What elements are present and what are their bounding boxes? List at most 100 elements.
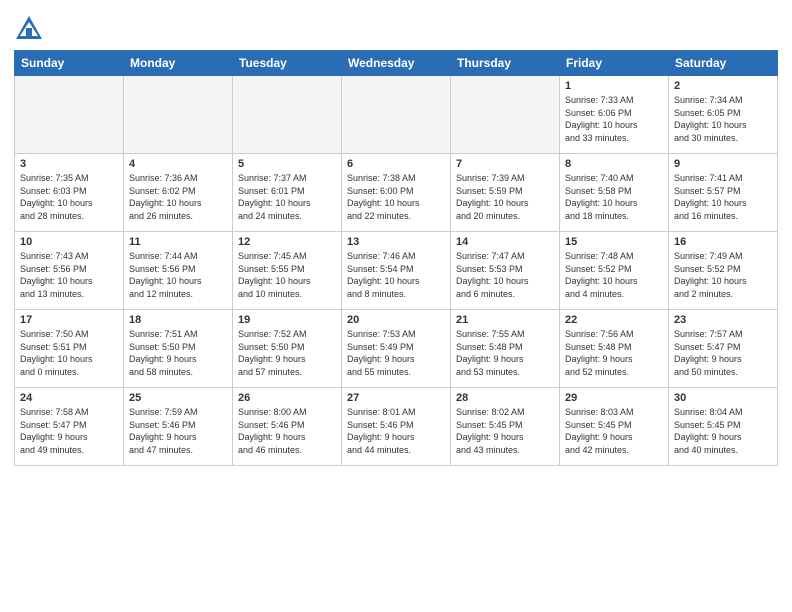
- col-header-tuesday: Tuesday: [233, 51, 342, 76]
- calendar-table: SundayMondayTuesdayWednesdayThursdayFrid…: [14, 50, 778, 466]
- day-info: Sunrise: 7:52 AM Sunset: 5:50 PM Dayligh…: [238, 328, 336, 378]
- day-info: Sunrise: 7:36 AM Sunset: 6:02 PM Dayligh…: [129, 172, 227, 222]
- calendar-cell: 30 Sunrise: 8:04 AM Sunset: 5:45 PM Dayli…: [669, 388, 778, 466]
- calendar-cell: 22 Sunrise: 7:56 AM Sunset: 5:48 PM Dayli…: [560, 310, 669, 388]
- day-info: Sunrise: 7:41 AM Sunset: 5:57 PM Dayligh…: [674, 172, 772, 222]
- day-number: 22: [565, 314, 663, 326]
- week-row-3: 10 Sunrise: 7:43 AM Sunset: 5:56 PM Dayli…: [15, 232, 778, 310]
- calendar-cell: 10 Sunrise: 7:43 AM Sunset: 5:56 PM Dayli…: [15, 232, 124, 310]
- col-header-monday: Monday: [124, 51, 233, 76]
- day-number: 4: [129, 158, 227, 170]
- page-container: SundayMondayTuesdayWednesdayThursdayFrid…: [0, 0, 792, 472]
- day-info: Sunrise: 7:35 AM Sunset: 6:03 PM Dayligh…: [20, 172, 118, 222]
- calendar-cell: 2 Sunrise: 7:34 AM Sunset: 6:05 PM Daylig…: [669, 76, 778, 154]
- calendar-cell: 26 Sunrise: 8:00 AM Sunset: 5:46 PM Dayli…: [233, 388, 342, 466]
- day-info: Sunrise: 7:46 AM Sunset: 5:54 PM Dayligh…: [347, 250, 445, 300]
- day-number: 30: [674, 392, 772, 404]
- day-number: 24: [20, 392, 118, 404]
- calendar-cell: 18Sunrise: 7:51 AM Sunset: 5:50 PM Dayli…: [124, 310, 233, 388]
- calendar-cell: [233, 76, 342, 154]
- day-number: 19: [238, 314, 336, 326]
- day-info: Sunrise: 7:57 AM Sunset: 5:47 PM Dayligh…: [674, 328, 772, 378]
- day-number: 21: [456, 314, 554, 326]
- day-number: 6: [347, 158, 445, 170]
- calendar-cell: 15Sunrise: 7:48 AM Sunset: 5:52 PM Dayli…: [560, 232, 669, 310]
- day-number: 8: [565, 158, 663, 170]
- day-info: Sunrise: 7:51 AM Sunset: 5:50 PM Dayligh…: [129, 328, 227, 378]
- calendar-cell: 21 Sunrise: 7:55 AM Sunset: 5:48 PM Dayli…: [451, 310, 560, 388]
- calendar-cell: 3 Sunrise: 7:35 AM Sunset: 6:03 PM Daylig…: [15, 154, 124, 232]
- day-info: Sunrise: 7:38 AM Sunset: 6:00 PM Dayligh…: [347, 172, 445, 222]
- col-header-saturday: Saturday: [669, 51, 778, 76]
- day-number: 16: [674, 236, 772, 248]
- day-number: 28: [456, 392, 554, 404]
- day-info: Sunrise: 7:47 AM Sunset: 5:53 PM Dayligh…: [456, 250, 554, 300]
- calendar-cell: 27 Sunrise: 8:01 AM Sunset: 5:46 PM Dayli…: [342, 388, 451, 466]
- day-info: Sunrise: 7:44 AM Sunset: 5:56 PM Dayligh…: [129, 250, 227, 300]
- day-info: Sunrise: 7:40 AM Sunset: 5:58 PM Dayligh…: [565, 172, 663, 222]
- day-info: Sunrise: 7:55 AM Sunset: 5:48 PM Dayligh…: [456, 328, 554, 378]
- day-info: Sunrise: 8:02 AM Sunset: 5:45 PM Dayligh…: [456, 406, 554, 456]
- day-info: Sunrise: 8:03 AM Sunset: 5:45 PM Dayligh…: [565, 406, 663, 456]
- day-number: 13: [347, 236, 445, 248]
- calendar-cell: 28 Sunrise: 8:02 AM Sunset: 5:45 PM Dayli…: [451, 388, 560, 466]
- day-number: 7: [456, 158, 554, 170]
- col-header-wednesday: Wednesday: [342, 51, 451, 76]
- day-info: Sunrise: 7:53 AM Sunset: 5:49 PM Dayligh…: [347, 328, 445, 378]
- header-row: SundayMondayTuesdayWednesdayThursdayFrid…: [15, 51, 778, 76]
- day-info: Sunrise: 7:56 AM Sunset: 5:48 PM Dayligh…: [565, 328, 663, 378]
- day-info: Sunrise: 7:37 AM Sunset: 6:01 PM Dayligh…: [238, 172, 336, 222]
- day-info: Sunrise: 7:58 AM Sunset: 5:47 PM Dayligh…: [20, 406, 118, 456]
- day-number: 14: [456, 236, 554, 248]
- day-info: Sunrise: 7:50 AM Sunset: 5:51 PM Dayligh…: [20, 328, 118, 378]
- day-number: 10: [20, 236, 118, 248]
- logo: [14, 14, 48, 44]
- day-info: Sunrise: 7:34 AM Sunset: 6:05 PM Dayligh…: [674, 94, 772, 144]
- day-info: Sunrise: 8:04 AM Sunset: 5:45 PM Dayligh…: [674, 406, 772, 456]
- day-number: 26: [238, 392, 336, 404]
- calendar-cell: 9Sunrise: 7:41 AM Sunset: 5:57 PM Daylig…: [669, 154, 778, 232]
- calendar-cell: 17 Sunrise: 7:50 AM Sunset: 5:51 PM Dayli…: [15, 310, 124, 388]
- header: [14, 10, 778, 44]
- day-info: Sunrise: 7:45 AM Sunset: 5:55 PM Dayligh…: [238, 250, 336, 300]
- day-number: 5: [238, 158, 336, 170]
- calendar-cell: 4 Sunrise: 7:36 AM Sunset: 6:02 PM Daylig…: [124, 154, 233, 232]
- week-row-1: 1Sunrise: 7:33 AM Sunset: 6:06 PM Daylig…: [15, 76, 778, 154]
- calendar-cell: 16 Sunrise: 7:49 AM Sunset: 5:52 PM Dayli…: [669, 232, 778, 310]
- day-number: 11: [129, 236, 227, 248]
- day-info: Sunrise: 8:00 AM Sunset: 5:46 PM Dayligh…: [238, 406, 336, 456]
- calendar-cell: 7Sunrise: 7:39 AM Sunset: 5:59 PM Daylig…: [451, 154, 560, 232]
- calendar-cell: [342, 76, 451, 154]
- calendar-cell: 29 Sunrise: 8:03 AM Sunset: 5:45 PM Dayli…: [560, 388, 669, 466]
- day-number: 15: [565, 236, 663, 248]
- day-number: 25: [129, 392, 227, 404]
- logo-icon: [14, 14, 44, 44]
- calendar-cell: 5 Sunrise: 7:37 AM Sunset: 6:01 PM Daylig…: [233, 154, 342, 232]
- day-number: 17: [20, 314, 118, 326]
- day-number: 12: [238, 236, 336, 248]
- day-info: Sunrise: 7:59 AM Sunset: 5:46 PM Dayligh…: [129, 406, 227, 456]
- calendar-cell: 1Sunrise: 7:33 AM Sunset: 6:06 PM Daylig…: [560, 76, 669, 154]
- week-row-4: 17 Sunrise: 7:50 AM Sunset: 5:51 PM Dayli…: [15, 310, 778, 388]
- day-number: 20: [347, 314, 445, 326]
- day-info: Sunrise: 7:43 AM Sunset: 5:56 PM Dayligh…: [20, 250, 118, 300]
- week-row-2: 3 Sunrise: 7:35 AM Sunset: 6:03 PM Daylig…: [15, 154, 778, 232]
- day-number: 27: [347, 392, 445, 404]
- calendar-cell: [124, 76, 233, 154]
- day-number: 3: [20, 158, 118, 170]
- day-info: Sunrise: 8:01 AM Sunset: 5:46 PM Dayligh…: [347, 406, 445, 456]
- calendar-cell: 6 Sunrise: 7:38 AM Sunset: 6:00 PM Daylig…: [342, 154, 451, 232]
- calendar-cell: [15, 76, 124, 154]
- calendar-cell: 19 Sunrise: 7:52 AM Sunset: 5:50 PM Dayli…: [233, 310, 342, 388]
- day-info: Sunrise: 7:49 AM Sunset: 5:52 PM Dayligh…: [674, 250, 772, 300]
- calendar-cell: 13 Sunrise: 7:46 AM Sunset: 5:54 PM Dayli…: [342, 232, 451, 310]
- calendar-cell: 8 Sunrise: 7:40 AM Sunset: 5:58 PM Daylig…: [560, 154, 669, 232]
- calendar-cell: 24 Sunrise: 7:58 AM Sunset: 5:47 PM Dayli…: [15, 388, 124, 466]
- col-header-thursday: Thursday: [451, 51, 560, 76]
- day-number: 2: [674, 80, 772, 92]
- week-row-5: 24 Sunrise: 7:58 AM Sunset: 5:47 PM Dayli…: [15, 388, 778, 466]
- day-number: 29: [565, 392, 663, 404]
- day-number: 23: [674, 314, 772, 326]
- calendar-cell: 20 Sunrise: 7:53 AM Sunset: 5:49 PM Dayli…: [342, 310, 451, 388]
- calendar-cell: [451, 76, 560, 154]
